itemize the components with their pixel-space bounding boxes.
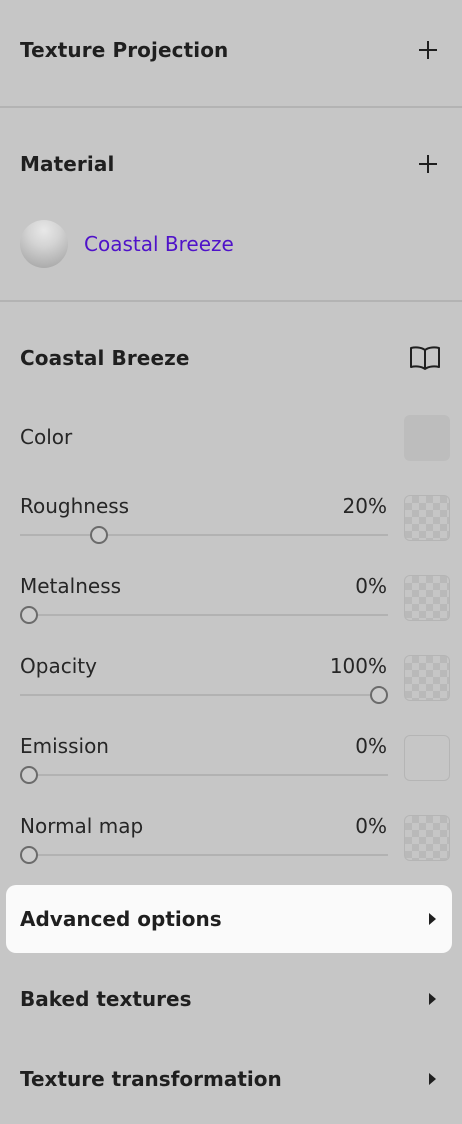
- roughness-slider[interactable]: [20, 525, 388, 545]
- opacity-value: 100%: [329, 654, 387, 678]
- slider-thumb[interactable]: [20, 766, 38, 784]
- metalness-label: Metalness: [20, 574, 122, 598]
- baked-textures-title: Baked textures: [20, 987, 192, 1011]
- add-material-button[interactable]: [414, 150, 442, 178]
- roughness-value: 20%: [342, 494, 387, 518]
- section-divider: [0, 106, 462, 108]
- opacity-slider[interactable]: [20, 685, 388, 705]
- caret-right-icon: [429, 993, 436, 1005]
- emission-value: 0%: [355, 734, 387, 758]
- metalness-slider[interactable]: [20, 605, 388, 625]
- material-title: Material: [20, 152, 115, 176]
- color-swatch[interactable]: [404, 415, 450, 461]
- roughness-label: Roughness: [20, 494, 130, 518]
- slider-track: [20, 774, 388, 776]
- slider-track: [20, 534, 388, 536]
- normal-map-label: Normal map: [20, 814, 144, 838]
- caret-right-icon: [429, 1073, 436, 1085]
- normal-map-texture-slot[interactable]: [404, 815, 450, 861]
- plus-icon: [419, 155, 437, 173]
- advanced-options-title: Advanced options: [20, 907, 222, 931]
- caret-right-icon: [429, 913, 436, 925]
- opacity-label: Opacity: [20, 654, 97, 678]
- texture-projection-title: Texture Projection: [20, 38, 229, 62]
- texture-projection-header: Texture Projection: [20, 30, 442, 70]
- emission-slider[interactable]: [20, 765, 388, 785]
- baked-textures-row[interactable]: Baked textures: [6, 965, 452, 1033]
- slider-track: [20, 614, 388, 616]
- slider-thumb[interactable]: [370, 686, 388, 704]
- slider-track: [20, 854, 388, 856]
- material-header: Material: [20, 144, 442, 184]
- advanced-options-row[interactable]: Advanced options: [6, 885, 452, 953]
- metalness-texture-slot[interactable]: [404, 575, 450, 621]
- slider-thumb[interactable]: [20, 846, 38, 864]
- book-icon: [410, 346, 440, 370]
- normal-map-value: 0%: [355, 814, 387, 838]
- emission-label: Emission: [20, 734, 109, 758]
- section-divider: [0, 300, 462, 302]
- roughness-texture-slot[interactable]: [404, 495, 450, 541]
- slider-thumb[interactable]: [20, 606, 38, 624]
- metalness-value: 0%: [355, 574, 387, 598]
- add-texture-projection-button[interactable]: [414, 36, 442, 64]
- slider-track: [20, 694, 388, 696]
- color-label: Color: [20, 425, 73, 449]
- emission-color-swatch[interactable]: [404, 735, 450, 781]
- slider-thumb[interactable]: [90, 526, 108, 544]
- texture-transformation-title: Texture transformation: [20, 1067, 282, 1091]
- normal-map-slider[interactable]: [20, 845, 388, 865]
- material-name-link[interactable]: Coastal Breeze: [84, 232, 234, 256]
- material-editor-title: Coastal Breeze: [20, 346, 190, 370]
- documentation-button[interactable]: [408, 344, 442, 372]
- material-item[interactable]: Coastal Breeze: [20, 220, 234, 268]
- material-editor-header: Coastal Breeze: [20, 338, 442, 378]
- opacity-texture-slot[interactable]: [404, 655, 450, 701]
- plus-icon: [419, 41, 437, 59]
- material-preview-sphere: [20, 220, 68, 268]
- material-panel: Texture Projection Material Coastal Bree…: [0, 0, 462, 1124]
- texture-transformation-row[interactable]: Texture transformation: [6, 1045, 452, 1113]
